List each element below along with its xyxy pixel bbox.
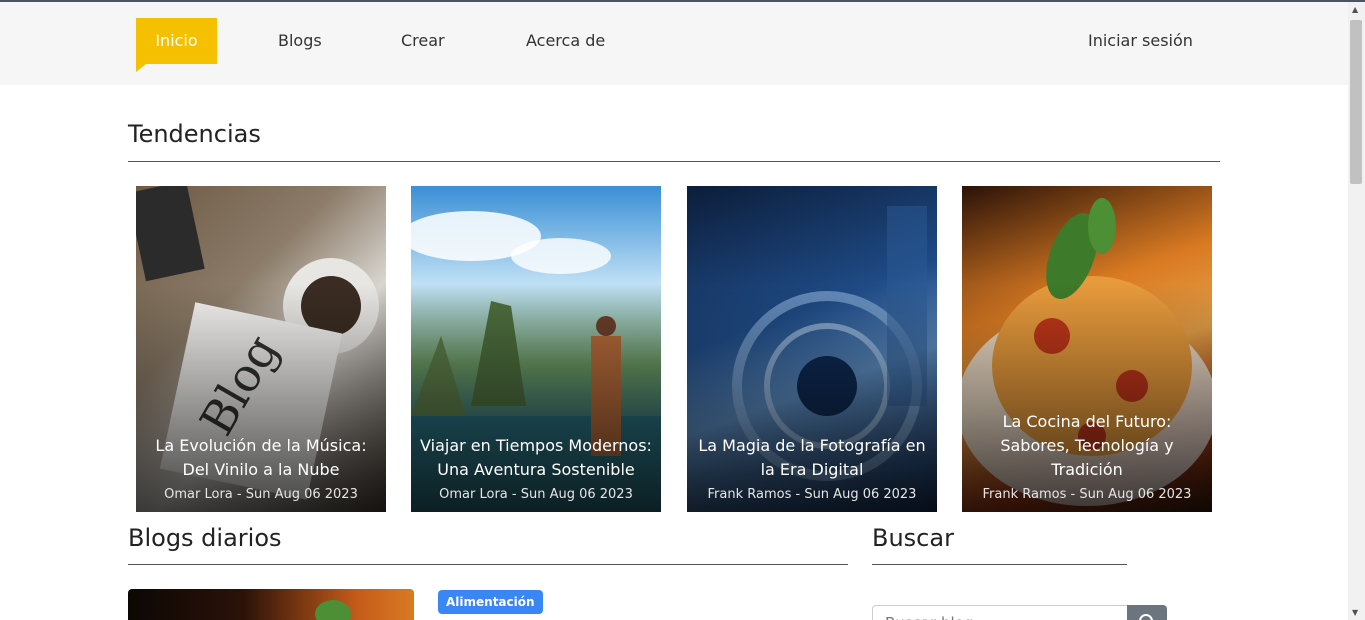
scroll-thumb[interactable] (1350, 20, 1362, 184)
search-input[interactable] (872, 605, 1128, 620)
card-meta: Omar Lora - Sun Aug 06 2023 (439, 487, 633, 502)
card-title: La Evolución de la Música: Del Vinilo a … (155, 436, 367, 479)
trending-card-cooking[interactable]: La Cocina del Futuro: Sabores, Tecnologí… (962, 186, 1212, 512)
trending-divider (128, 161, 1220, 162)
card-meta: Frank Ramos - Sun Aug 06 2023 (982, 487, 1192, 502)
trending-card-photography[interactable]: La Magia de la Fotografía en la Era Digi… (687, 186, 937, 512)
nav-item-inicio[interactable]: Inicio (136, 18, 217, 72)
page-scrollbar[interactable]: ▲ ▼ (1348, 2, 1365, 620)
nav-item-acerca-de[interactable]: Acerca de (526, 18, 605, 64)
nav-item-blogs[interactable]: Blogs (278, 18, 322, 64)
nav-item-crear[interactable]: Crear (401, 18, 445, 64)
scroll-up-icon[interactable]: ▲ (1352, 5, 1358, 15)
trending-card-travel[interactable]: Viajar en Tiempos Modernos: Una Aventura… (411, 186, 661, 512)
scroll-down-icon[interactable]: ▼ (1352, 608, 1358, 618)
top-navbar: Inicio Blogs Crear Acerca de Iniciar ses… (0, 2, 1348, 85)
card-title: La Cocina del Futuro: Sabores, Tecnologí… (1000, 412, 1174, 479)
basil-leaf-image (315, 600, 351, 620)
search-button[interactable] (1127, 605, 1167, 620)
trending-title: Tendencias (128, 120, 261, 148)
daily-blogs-title: Blogs diarios (128, 524, 282, 552)
login-link[interactable]: Iniciar sesión (1088, 18, 1193, 64)
card-meta: Omar Lora - Sun Aug 06 2023 (164, 487, 358, 502)
daily-post-thumbnail[interactable] (128, 589, 414, 620)
card-title: La Magia de la Fotografía en la Era Digi… (698, 436, 926, 479)
daily-blogs-divider (128, 564, 848, 565)
search-divider (872, 564, 1127, 565)
search-icon (1139, 614, 1153, 620)
card-title: Viajar en Tiempos Modernos: Una Aventura… (420, 436, 652, 479)
card-meta: Frank Ramos - Sun Aug 06 2023 (707, 487, 917, 502)
category-badge[interactable]: Alimentación (438, 590, 543, 614)
search-title: Buscar (872, 524, 954, 552)
trending-card-music[interactable]: Blog La Evolución de la Música: Del Vini… (136, 186, 386, 512)
